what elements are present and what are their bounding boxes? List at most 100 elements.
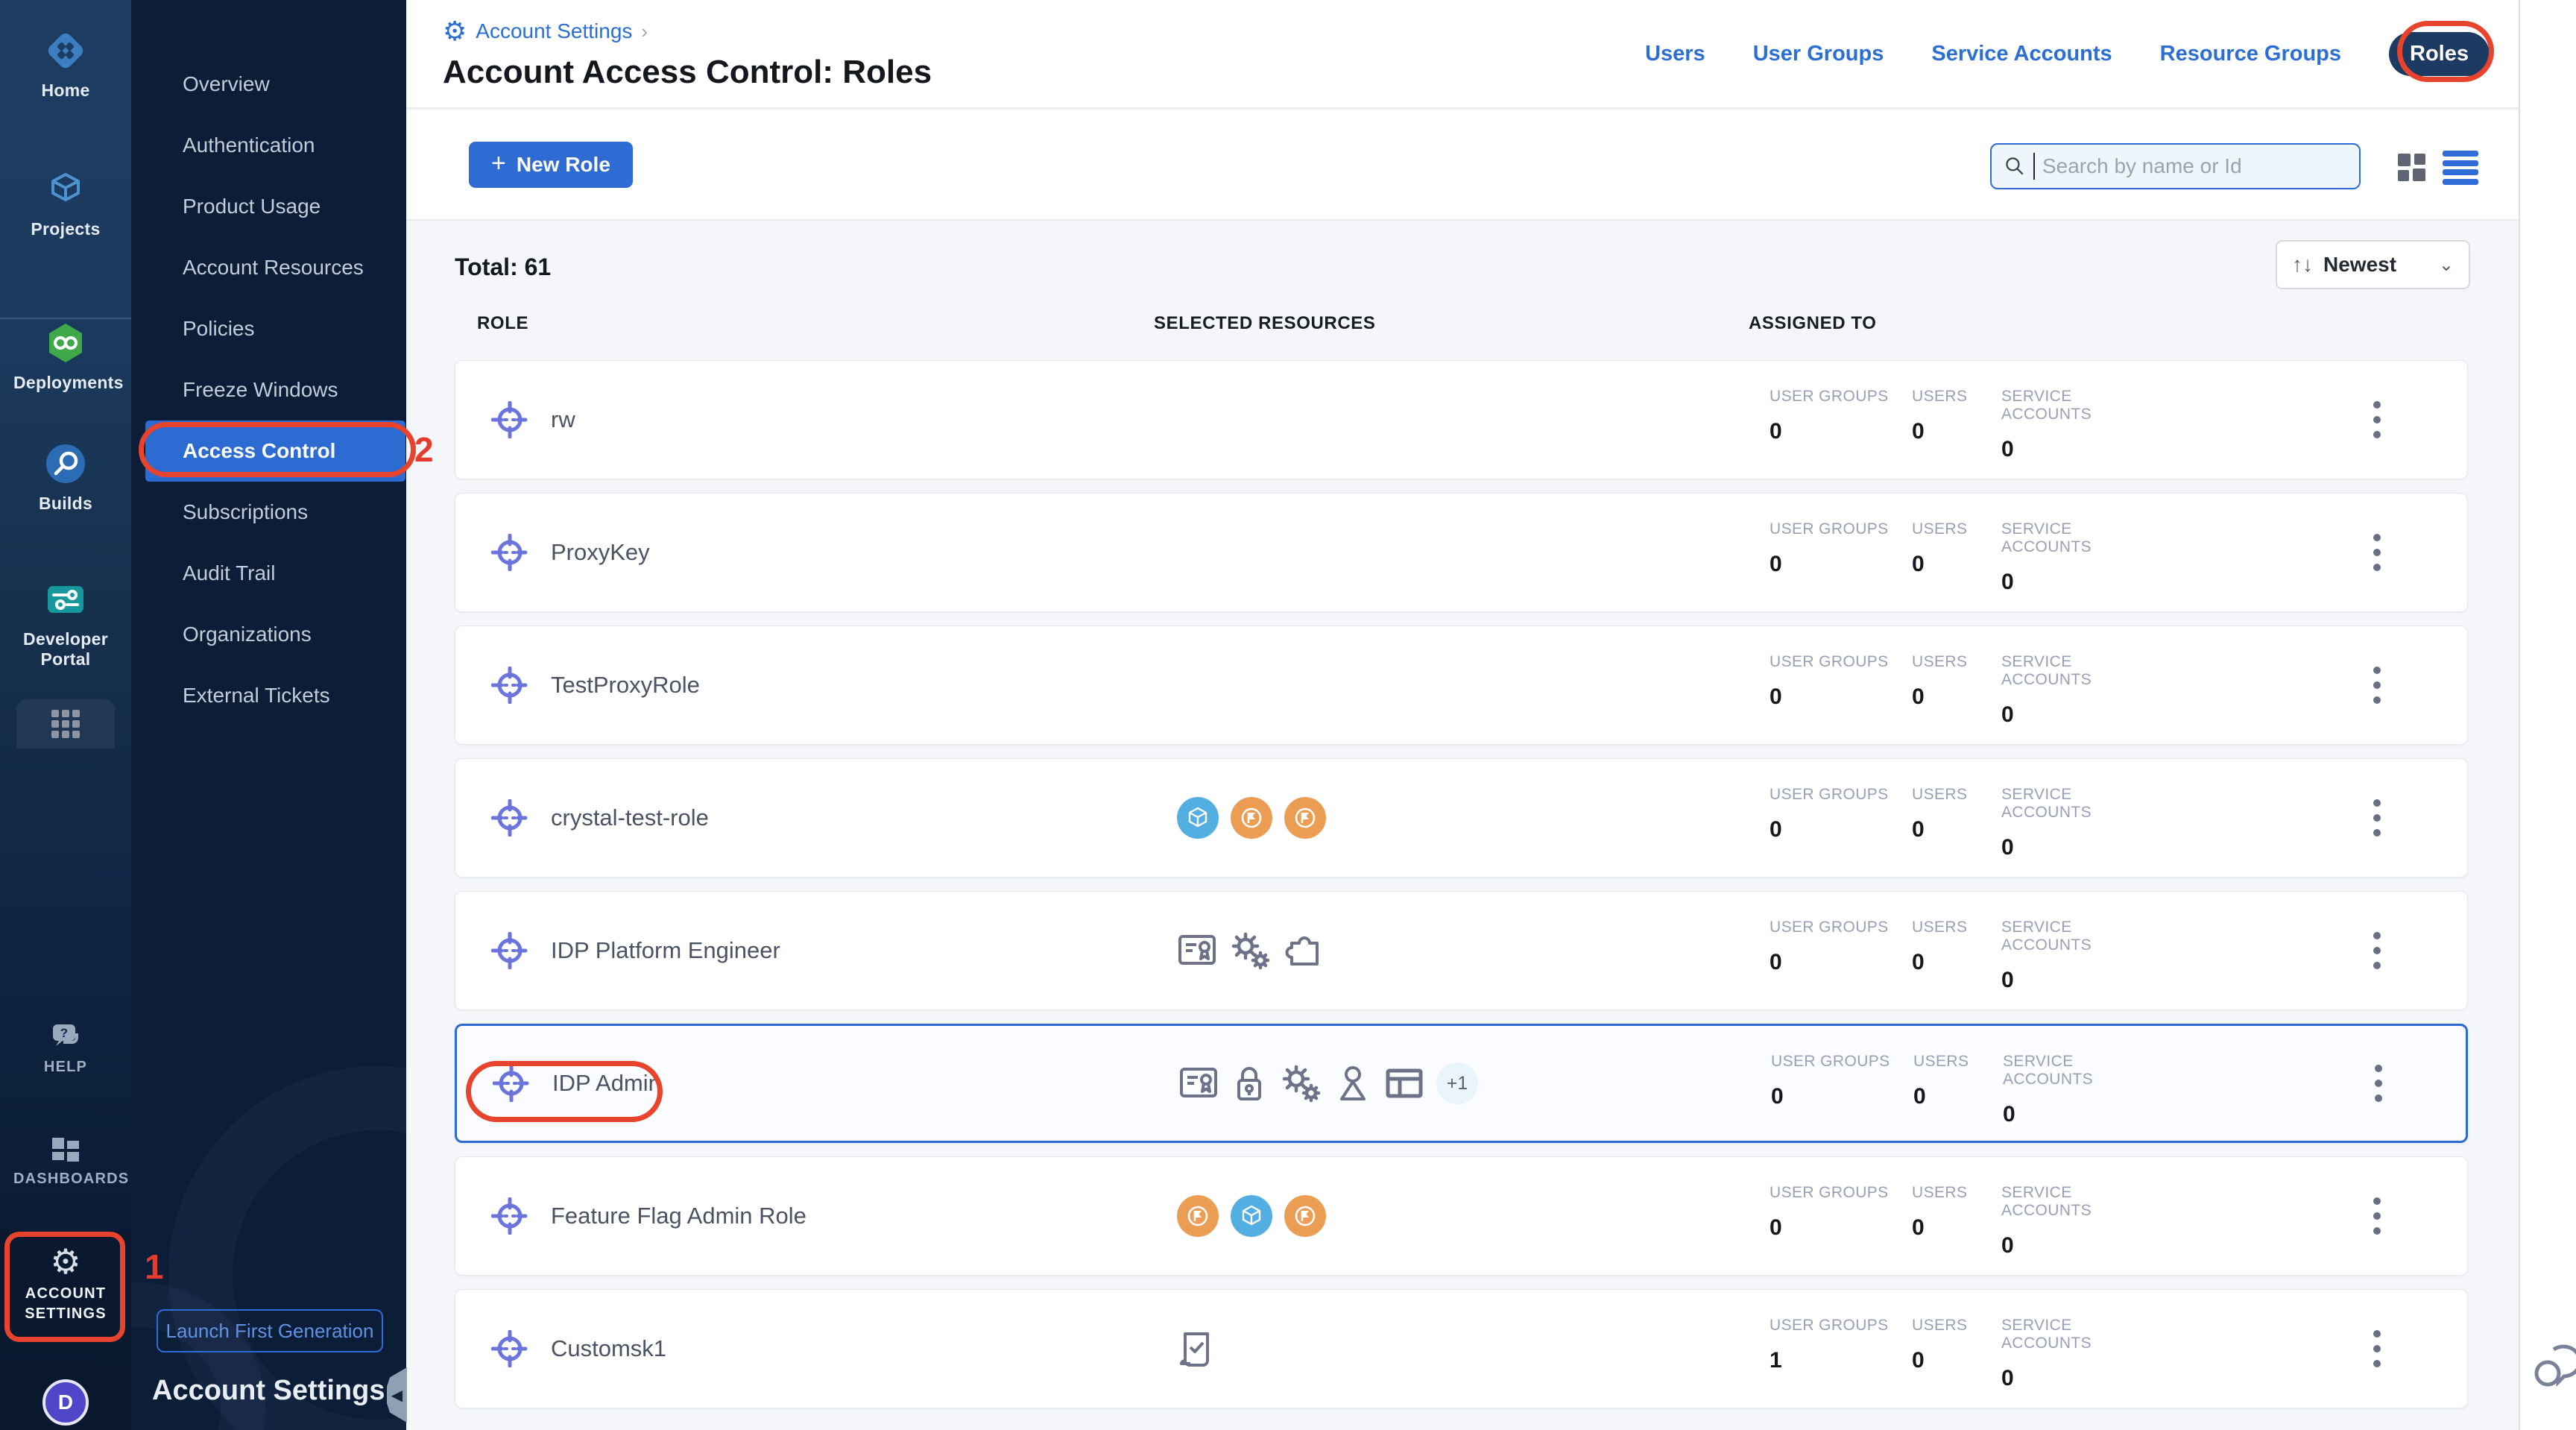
role-row-customsk1[interactable]: Customsk1USER GROUPS1USERS0SERVICE ACCOU…: [455, 1289, 2468, 1408]
row-menu-kebab-icon[interactable]: [2361, 494, 2393, 611]
stat-users: USERS0: [1912, 786, 2001, 860]
builds-icon: [42, 440, 89, 488]
stat-value: 0: [1770, 817, 1912, 842]
role-name[interactable]: Customsk1: [551, 1335, 666, 1362]
sidebar-item-developer-portal[interactable]: Developer Portal: [0, 576, 131, 670]
settings-nav-item-overview[interactable]: Overview: [145, 54, 405, 115]
settings-nav-item-external-tickets[interactable]: External Tickets: [145, 665, 405, 726]
role-name[interactable]: IDP Platform Engineer: [551, 937, 780, 964]
row-menu-kebab-icon[interactable]: [2361, 759, 2393, 877]
sidebar-item-account-settings[interactable]: ⚙ ACCOUNT SETTINGS: [0, 1244, 131, 1324]
layout-icon: [1384, 1064, 1424, 1103]
sidebar-item-builds[interactable]: Builds: [0, 440, 131, 514]
stat-user-groups: USER GROUPS0: [1771, 1053, 1913, 1127]
role-cell: Feature Flag Admin Role: [491, 1157, 806, 1275]
role-row-idp-platform-engineer[interactable]: IDP Platform EngineerUSER GROUPS0USERS0S…: [455, 891, 2468, 1010]
certificate-icon: [1177, 931, 1217, 970]
role-row-rw[interactable]: rw USER GROUPS0USERS0SERVICE ACCOUNTS0: [455, 360, 2468, 479]
breadcrumb-link[interactable]: Account Settings: [476, 19, 632, 43]
sidebar-item-deployments[interactable]: Deployments: [0, 319, 131, 393]
stat-label: SERVICE ACCOUNTS: [2001, 388, 2165, 423]
settings-nav-item-product-usage[interactable]: Product Usage: [145, 176, 405, 237]
search-box[interactable]: [1990, 143, 2361, 189]
role-row-testproxyrole[interactable]: TestProxyRole USER GROUPS0USERS0SERVICE A…: [455, 626, 2468, 745]
module-grid-button[interactable]: [16, 699, 115, 749]
role-name[interactable]: ProxyKey: [551, 539, 650, 566]
role-row-crystal-test-role[interactable]: crystal-test-roleUSER GROUPS0USERS0SERVI…: [455, 758, 2468, 878]
search-input[interactable]: [2042, 154, 2347, 178]
settings-nav-item-authentication[interactable]: Authentication: [145, 115, 405, 176]
role-cell: IDP Admin: [493, 1026, 661, 1141]
stat-value: 0: [1912, 817, 2001, 842]
deployments-icon: [42, 319, 89, 367]
tab-resource-groups[interactable]: Resource Groups: [2160, 42, 2341, 66]
stat-label: SERVICE ACCOUNTS: [2001, 653, 2165, 689]
role-row-feature-flag-admin-role[interactable]: Feature Flag Admin RoleUSER GROUPS0USERS…: [455, 1156, 2468, 1276]
tab-users[interactable]: Users: [1645, 42, 1705, 66]
total-count: Total: 61: [455, 253, 551, 281]
role-name[interactable]: Feature Flag Admin Role: [551, 1203, 806, 1229]
stat-label: USER GROUPS: [1770, 388, 1912, 406]
role-name[interactable]: rw: [551, 406, 575, 433]
stat-value: 0: [1913, 1084, 2003, 1109]
settings-nav-item-access-control[interactable]: Access Control: [145, 421, 405, 482]
stat-label: SERVICE ACCOUNTS: [2001, 786, 2165, 822]
role-name[interactable]: IDP Admin: [552, 1070, 661, 1097]
service-box-icon: [1177, 797, 1219, 839]
list-view-icon: [2443, 151, 2478, 157]
tab-service-accounts[interactable]: Service Accounts: [1931, 42, 2112, 66]
selected-resources: +1: [1178, 1026, 1478, 1141]
row-menu-kebab-icon[interactable]: [2361, 1157, 2393, 1275]
breadcrumb-gear-icon: ⚙: [443, 18, 467, 45]
stat-service-accounts: SERVICE ACCOUNTS0: [2001, 388, 2165, 462]
assigned-to-stats: USER GROUPS0USERS0SERVICE ACCOUNTS0: [1771, 1053, 2167, 1127]
module-grid-icon: [48, 707, 83, 741]
gears-icon: [1229, 931, 1271, 970]
row-menu-kebab-icon[interactable]: [2361, 1290, 2393, 1408]
stat-users: USERS0: [1912, 388, 2001, 462]
sidebar-item-home[interactable]: Home: [0, 27, 131, 101]
new-role-button[interactable]: + New Role: [469, 142, 633, 188]
launch-first-generation-button[interactable]: Launch First Generation: [157, 1309, 383, 1352]
role-row-idp-admin[interactable]: IDP Admin +1 USER GROUPS0USERS0SERVICE ACC…: [455, 1024, 2468, 1143]
stat-value: 0: [2003, 1102, 2167, 1127]
settings-nav-item-policies[interactable]: Policies: [145, 298, 405, 359]
feature-flag-icon: [1177, 1195, 1219, 1237]
feature-flag-icon: [1284, 797, 1326, 839]
role-name[interactable]: TestProxyRole: [551, 672, 700, 699]
tab-roles[interactable]: Roles: [2389, 32, 2490, 76]
home-icon: [42, 27, 89, 75]
stat-user-groups: USER GROUPS0: [1770, 653, 1912, 728]
settings-nav-item-audit-trail[interactable]: Audit Trail: [145, 543, 405, 604]
sort-value: Newest: [2323, 253, 2428, 277]
settings-nav-item-subscriptions[interactable]: Subscriptions: [145, 482, 405, 543]
stat-value: 0: [2001, 835, 2165, 860]
row-menu-kebab-icon[interactable]: [2362, 1026, 2395, 1141]
assigned-to-stats: USER GROUPS0USERS0SERVICE ACCOUNTS0: [1770, 388, 2165, 462]
role-target-icon: [491, 401, 528, 438]
stat-value: 0: [1912, 1348, 2001, 1373]
stat-value: 0: [1912, 1215, 2001, 1241]
assigned-to-stats: USER GROUPS0USERS0SERVICE ACCOUNTS0: [1770, 653, 2165, 728]
gears-icon: [1280, 1064, 1322, 1103]
support-chat-button[interactable]: [2533, 1339, 2576, 1396]
more-resources-badge: +1: [1436, 1062, 1478, 1104]
stat-label: USERS: [1912, 520, 2001, 538]
list-view-toggle[interactable]: [2443, 151, 2478, 185]
sidebar-item-help[interactable]: ?HELP: [0, 1023, 131, 1077]
sort-dropdown[interactable]: ↑↓ Newest ⌄: [2276, 240, 2470, 289]
row-menu-kebab-icon[interactable]: [2361, 361, 2393, 479]
settings-nav-item-freeze-windows[interactable]: Freeze Windows: [145, 359, 405, 421]
row-menu-kebab-icon[interactable]: [2361, 892, 2393, 1009]
row-menu-kebab-icon[interactable]: [2361, 626, 2393, 744]
role-name[interactable]: crystal-test-role: [551, 804, 709, 831]
role-row-proxykey[interactable]: ProxyKeyUSER GROUPS0USERS0SERVICE ACCOUN…: [455, 493, 2468, 612]
user-avatar[interactable]: D: [42, 1379, 89, 1426]
stat-value: 0: [2001, 570, 2165, 595]
settings-nav-item-organizations[interactable]: Organizations: [145, 604, 405, 665]
grid-view-toggle[interactable]: [2395, 151, 2429, 185]
sidebar-item-projects[interactable]: Projects: [0, 166, 131, 239]
tab-user-groups[interactable]: User Groups: [1753, 42, 1884, 66]
settings-nav-item-account-resources[interactable]: Account Resources: [145, 237, 405, 298]
sidebar-item-dashboards[interactable]: DASHBOARDS: [0, 1135, 131, 1189]
